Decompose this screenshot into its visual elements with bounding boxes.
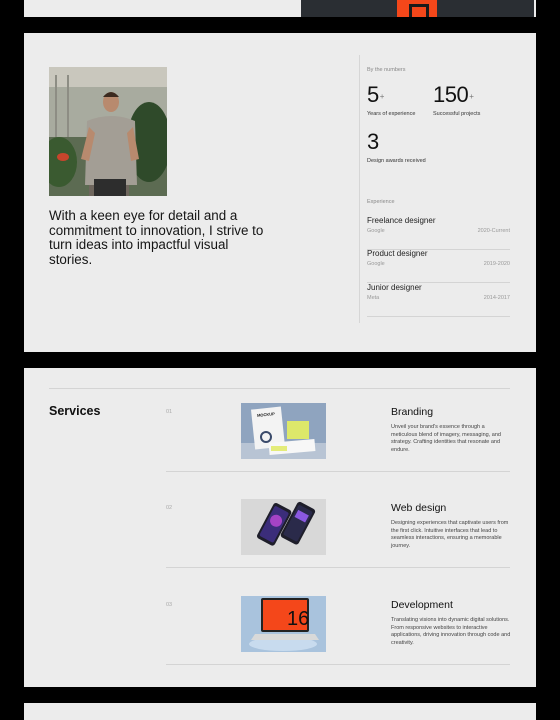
service-divider — [166, 567, 510, 568]
branding-thumbnail: MOCKUP — [241, 403, 326, 459]
stats-label: By the numbers — [367, 67, 406, 73]
experience-item: Freelance designer Google 2020-Current — [367, 216, 510, 250]
bio-text: With a keen eye for detail and a commitm… — [49, 208, 264, 267]
stat-awards: 3 Design awards received — [367, 129, 426, 165]
experience-item: Junior designer Meta 2014-2017 — [367, 283, 510, 317]
services-title: Services — [49, 404, 101, 418]
stat-years: 5+ Years of experience — [367, 82, 416, 118]
experience-label: Experience — [367, 199, 395, 205]
services-section: Services 01 MOCKUP Branding Unveil your … — [24, 368, 536, 687]
next-section-panel — [24, 703, 536, 720]
service-item-development[interactable]: 03 16 Development Translating visions in… — [166, 596, 510, 693]
service-item-web-design[interactable]: 02 Web design Designing experiences that… — [166, 499, 510, 596]
service-item-branding[interactable]: 01 MOCKUP Branding Unveil your brand's e… — [166, 403, 510, 500]
stat-projects: 150+ Successful projects — [433, 82, 481, 118]
about-section: With a keen eye for detail and a commitm… — [24, 33, 536, 352]
experience-item: Product designer Google 2019-2020 — [367, 249, 510, 283]
section-divider — [49, 388, 510, 389]
hero-image — [301, 0, 534, 17]
development-thumbnail: 16 — [241, 596, 326, 652]
portrait-photo — [49, 67, 167, 196]
web-design-thumbnail — [241, 499, 326, 555]
previous-section-panel — [24, 0, 536, 17]
service-divider — [166, 471, 510, 472]
service-divider — [166, 664, 510, 665]
column-divider — [359, 55, 360, 323]
